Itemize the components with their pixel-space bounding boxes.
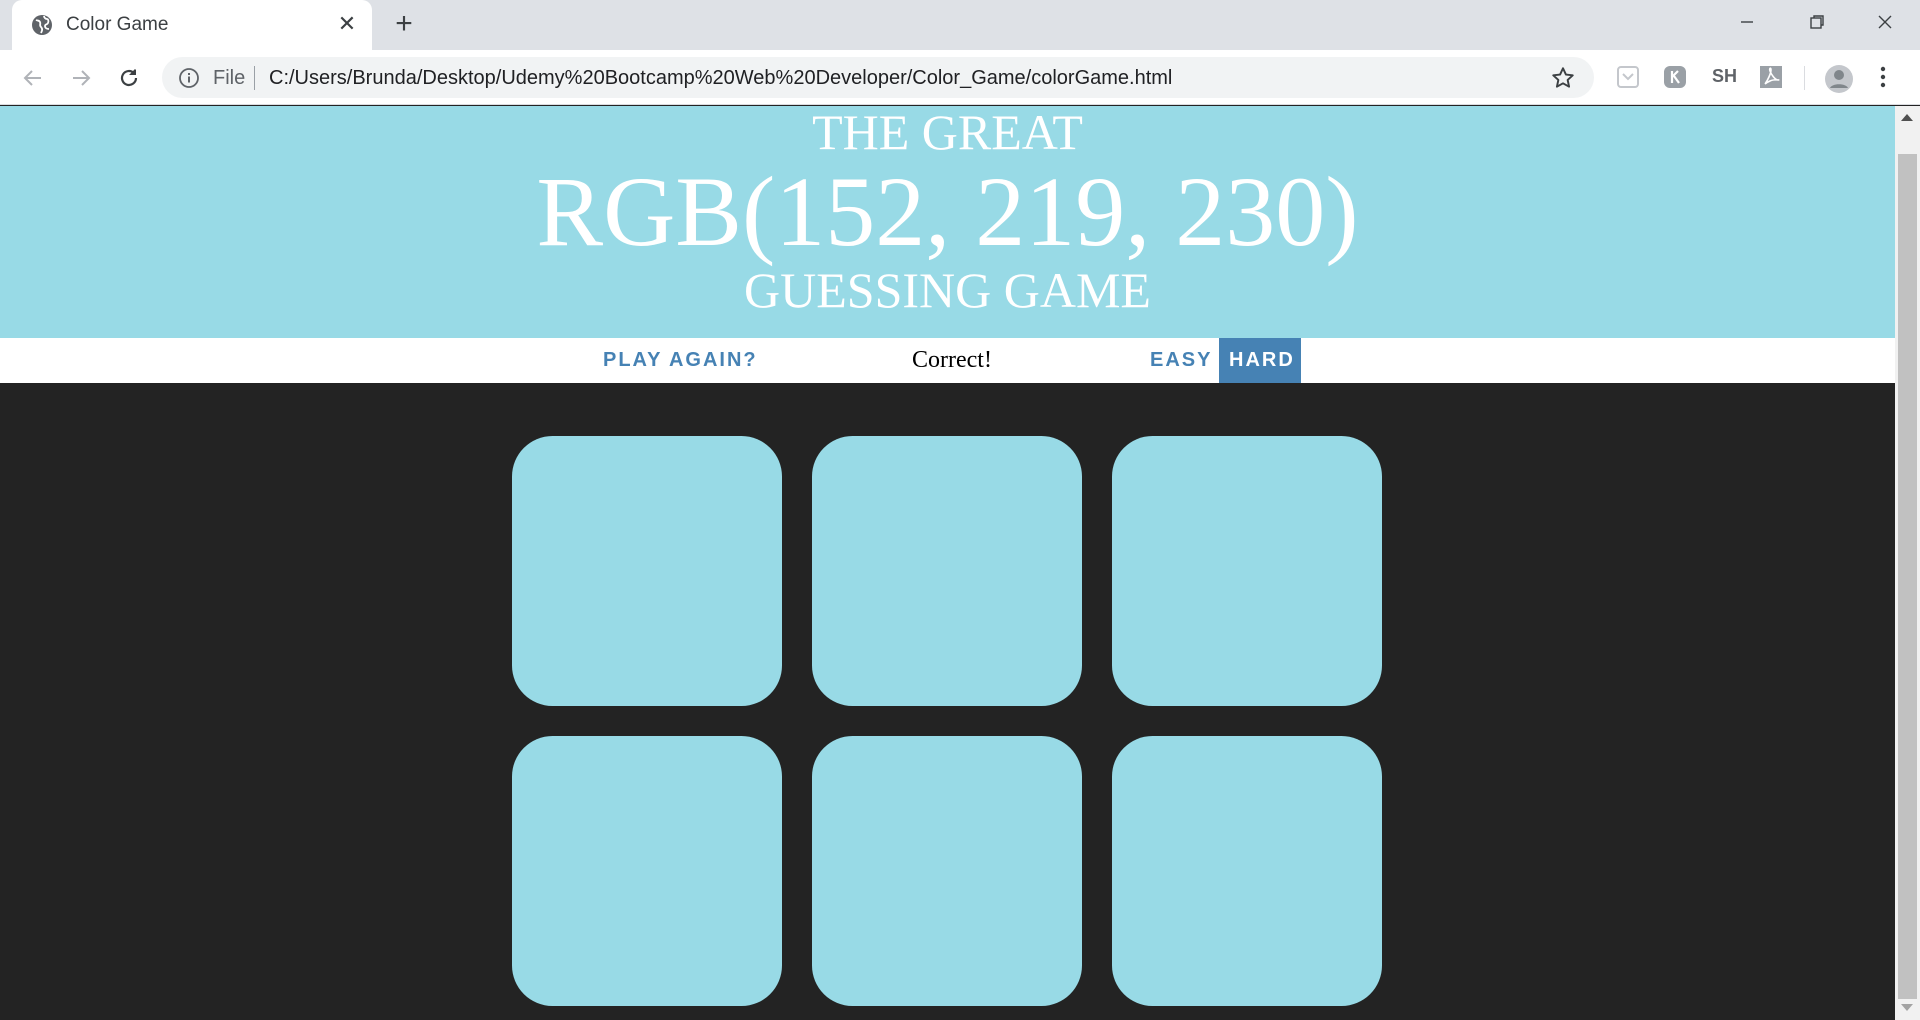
- info-icon[interactable]: [178, 67, 200, 89]
- color-square[interactable]: [1112, 436, 1382, 706]
- minimize-icon[interactable]: [1712, 0, 1782, 44]
- plus-icon[interactable]: +: [388, 9, 420, 41]
- color-square[interactable]: [512, 736, 782, 1006]
- tab-strip: Color Game ✕ +: [0, 0, 1920, 50]
- extension-sh-label[interactable]: SH: [1712, 66, 1737, 87]
- game-header: THE GREAT RGB(152, 219, 230) GUESSING GA…: [0, 106, 1895, 338]
- globe-icon: [30, 13, 54, 37]
- back-icon[interactable]: [16, 61, 50, 95]
- color-display: RGB(152, 219, 230): [536, 156, 1359, 267]
- tab-title: Color Game: [66, 14, 169, 35]
- address-bar[interactable]: File C:/Users/Brunda/Desktop/Udemy%20Boo…: [162, 57, 1594, 98]
- address-divider: [254, 66, 255, 90]
- restore-icon[interactable]: [1782, 0, 1852, 44]
- menu-icon[interactable]: [1878, 64, 1906, 92]
- color-square[interactable]: [512, 436, 782, 706]
- url-text[interactable]: C:/Users/Brunda/Desktop/Udemy%20Bootcamp…: [269, 67, 1172, 90]
- scroll-up-icon[interactable]: [1901, 114, 1913, 121]
- scheme-label: File: [213, 67, 246, 89]
- vertical-scrollbar[interactable]: [1895, 106, 1920, 1020]
- scrollbar-thumb[interactable]: [1898, 154, 1917, 999]
- browser-toolbar: File C:/Users/Brunda/Desktop/Udemy%20Boo…: [0, 50, 1920, 105]
- header-title-bottom: GUESSING GAME: [744, 262, 1151, 318]
- pdf-extension-icon[interactable]: [1758, 64, 1786, 92]
- profile-icon[interactable]: [1824, 64, 1853, 93]
- header-title-top: THE GREAT: [812, 106, 1083, 160]
- pocket-extension-icon[interactable]: [1615, 64, 1643, 92]
- color-square[interactable]: [1112, 736, 1382, 1006]
- easy-mode-button[interactable]: EASY: [1140, 338, 1222, 383]
- extension-k-icon[interactable]: [1662, 64, 1690, 92]
- star-icon[interactable]: [1550, 65, 1576, 91]
- forward-icon[interactable]: [64, 61, 98, 95]
- browser-tab[interactable]: Color Game ✕: [12, 0, 372, 50]
- toolbar-divider: [1804, 66, 1805, 90]
- web-page: THE GREAT RGB(152, 219, 230) GUESSING GA…: [0, 106, 1895, 1020]
- control-stripe: PLAY AGAIN? Correct! EASY HARD: [0, 338, 1895, 383]
- message-text: Correct!: [912, 347, 992, 373]
- reload-icon[interactable]: [112, 61, 146, 95]
- hard-mode-button[interactable]: HARD: [1219, 338, 1301, 383]
- scroll-down-icon[interactable]: [1901, 1004, 1913, 1011]
- window-close-icon[interactable]: [1850, 0, 1920, 44]
- close-icon[interactable]: ✕: [334, 11, 360, 37]
- play-again-button[interactable]: PLAY AGAIN?: [593, 338, 768, 383]
- color-square[interactable]: [812, 436, 1082, 706]
- color-square[interactable]: [812, 736, 1082, 1006]
